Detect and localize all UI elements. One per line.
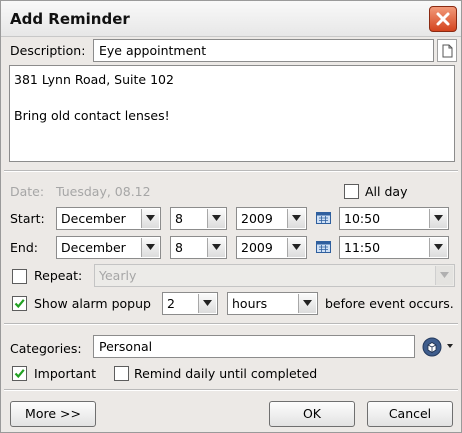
- chevron-down-icon: [287, 209, 305, 228]
- separator: [4, 323, 458, 325]
- check-icon: [14, 299, 25, 309]
- repeat-checkbox[interactable]: [12, 269, 27, 284]
- chevron-down-icon: [429, 238, 447, 257]
- alarm-amount-select[interactable]: 2: [162, 292, 218, 315]
- chevron-down-icon: [207, 209, 225, 228]
- remind-daily-label: Remind daily until completed: [134, 366, 318, 381]
- notes-line: 381 Lynn Road, Suite 102: [14, 72, 174, 87]
- repeat-select[interactable]: Yearly: [94, 264, 455, 287]
- start-month-select[interactable]: December: [56, 207, 161, 230]
- repeat-value: Yearly: [99, 268, 137, 283]
- chevron-down-icon: [435, 266, 453, 285]
- title-bar: Add Reminder: [1, 1, 461, 37]
- more-button[interactable]: More >>: [10, 401, 96, 427]
- date-value: Tuesday, 08.12: [56, 184, 151, 199]
- start-day-select[interactable]: 8: [170, 207, 227, 230]
- chevron-down-icon: [298, 294, 316, 313]
- all-day-label: All day: [365, 184, 408, 199]
- chevron-down-icon: [207, 238, 225, 257]
- alarm-suffix-label: before event occurs.: [325, 296, 454, 311]
- important-label: Important: [34, 366, 96, 381]
- important-checkbox[interactable]: [12, 366, 27, 381]
- start-time-select[interactable]: 10:50: [339, 207, 449, 230]
- notes-line: Bring old contact lenses!: [14, 108, 170, 123]
- show-alarm-label: Show alarm popup: [34, 296, 151, 311]
- date-label: Date:: [10, 184, 45, 199]
- end-year-value: 2009: [241, 240, 273, 255]
- alarm-unit-select[interactable]: hours: [227, 292, 318, 315]
- start-time-value: 10:50: [344, 211, 381, 226]
- chevron-down-icon: [198, 294, 216, 313]
- start-label: Start:: [10, 211, 45, 226]
- chevron-down-icon: [141, 238, 159, 257]
- separator: [4, 389, 458, 391]
- notes-textarea[interactable]: 381 Lynn Road, Suite 102 Bring old conta…: [9, 65, 455, 162]
- start-day-value: 8: [175, 211, 183, 226]
- end-day-value: 8: [175, 240, 183, 255]
- description-options-button[interactable]: [437, 39, 457, 62]
- description-label: Description:: [10, 43, 86, 58]
- chevron-down-icon: [429, 209, 447, 228]
- chevron-down-icon: [287, 238, 305, 257]
- separator: [4, 170, 458, 172]
- start-year-select[interactable]: 2009: [236, 207, 307, 230]
- end-time-select[interactable]: 11:50: [339, 236, 449, 259]
- remind-daily-checkbox[interactable]: [114, 366, 129, 381]
- check-icon: [14, 369, 25, 379]
- category-icon[interactable]: [422, 336, 444, 358]
- cancel-button[interactable]: Cancel: [367, 401, 453, 427]
- end-year-select[interactable]: 2009: [236, 236, 307, 259]
- calendar-icon[interactable]: [316, 212, 331, 224]
- ok-button[interactable]: OK: [269, 401, 355, 427]
- add-reminder-dialog: Add Reminder Description: Eye appointmen…: [0, 0, 462, 433]
- document-icon: [442, 44, 453, 58]
- categories-label: Categories:: [10, 341, 82, 356]
- show-alarm-checkbox[interactable]: [12, 296, 27, 311]
- chevron-down-icon[interactable]: [447, 344, 453, 348]
- alarm-unit-value: hours: [232, 296, 268, 311]
- start-year-value: 2009: [241, 211, 273, 226]
- notes-line: [14, 89, 450, 107]
- start-month-value: December: [61, 211, 126, 226]
- all-day-checkbox[interactable]: [344, 184, 359, 199]
- categories-input[interactable]: Personal: [93, 335, 415, 358]
- alarm-amount-value: 2: [167, 296, 175, 311]
- end-day-select[interactable]: 8: [170, 236, 227, 259]
- close-icon: [436, 12, 450, 26]
- close-button[interactable]: [429, 6, 457, 32]
- end-label: End:: [10, 240, 38, 255]
- chevron-down-icon: [141, 209, 159, 228]
- repeat-label: Repeat:: [34, 268, 83, 283]
- end-month-select[interactable]: December: [56, 236, 161, 259]
- description-input[interactable]: Eye appointment: [93, 39, 434, 62]
- calendar-icon[interactable]: [316, 241, 331, 253]
- end-time-value: 11:50: [344, 240, 381, 255]
- end-month-value: December: [61, 240, 126, 255]
- dialog-title: Add Reminder: [10, 10, 130, 28]
